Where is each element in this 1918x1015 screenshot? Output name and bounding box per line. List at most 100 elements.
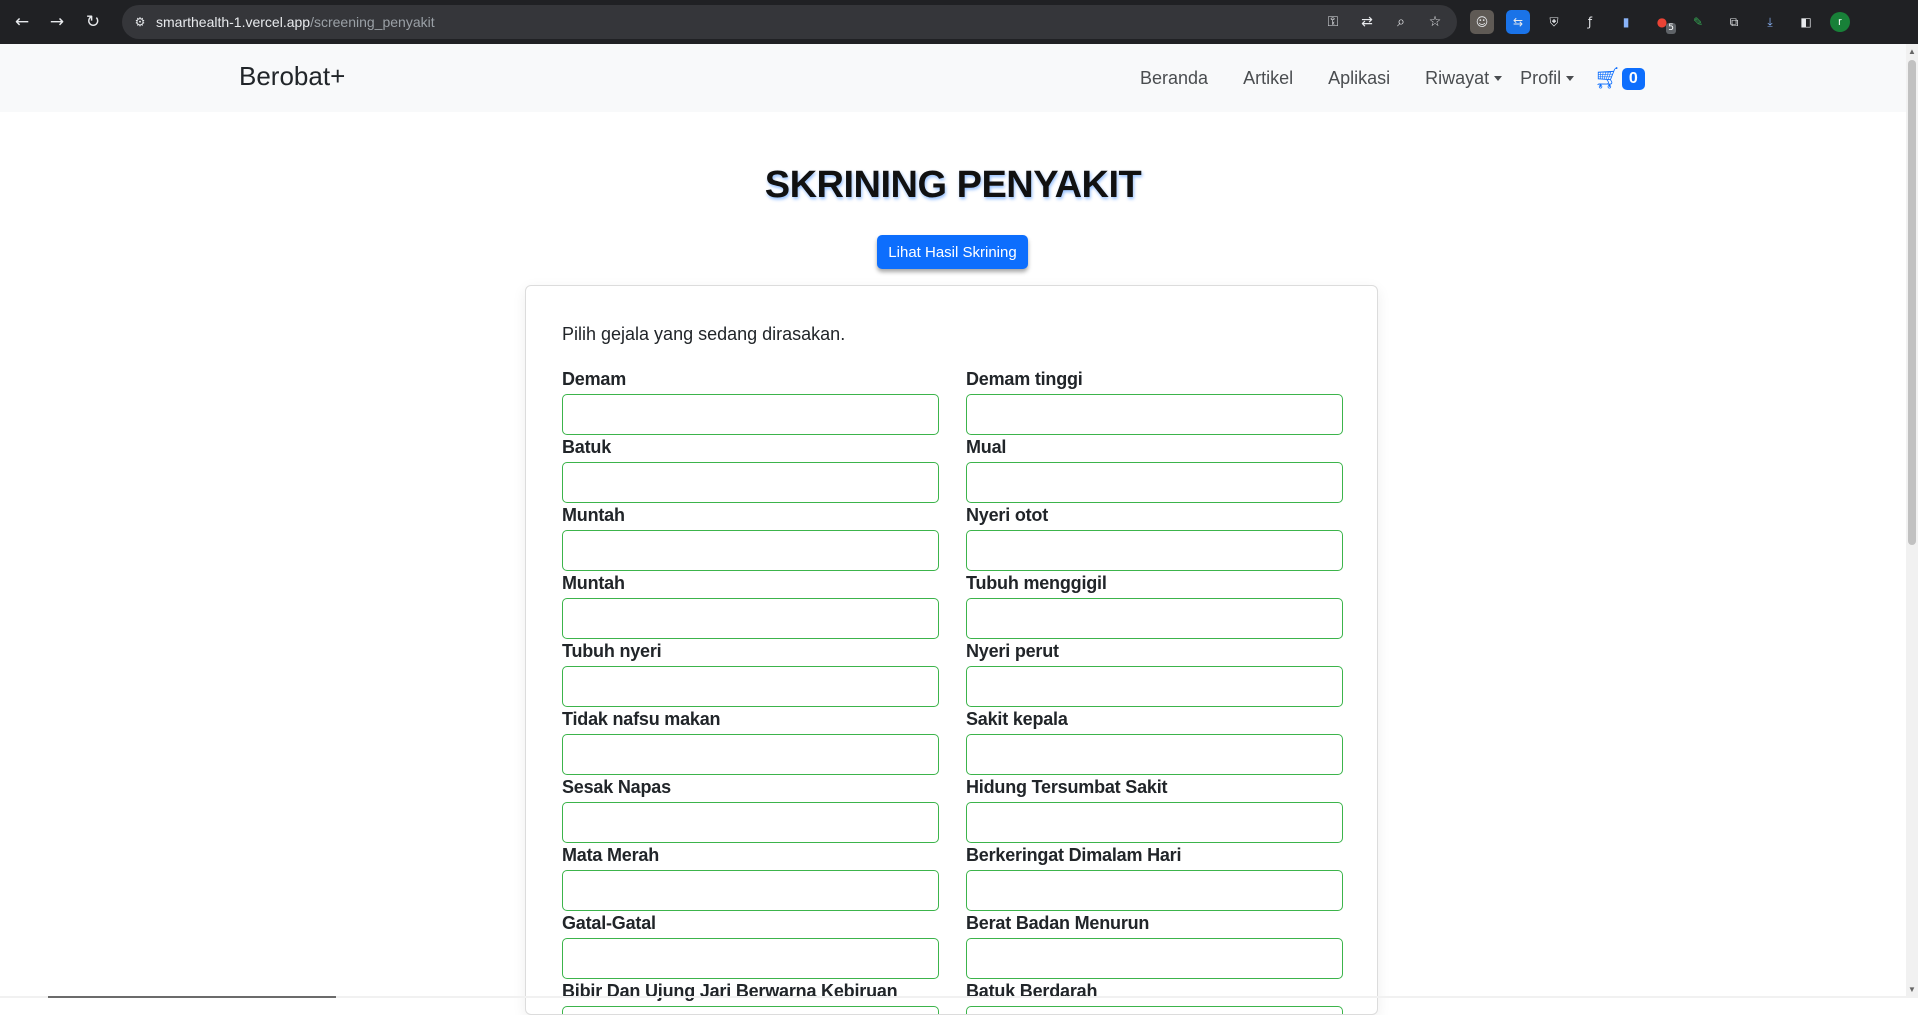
symptom-label: Berat Badan Menurun: [966, 913, 1150, 933]
site-settings-icon[interactable]: ⚙: [132, 14, 148, 30]
extension-badge-icon[interactable]: ● 5: [1650, 10, 1676, 34]
symptom-label: Mata Merah: [562, 845, 660, 865]
symptom-form-card: Pilih gejala yang sedang dirasakan. Dema…: [525, 285, 1378, 1015]
cart-icon: 🛒︎: [1594, 66, 1621, 90]
symptom-field: Tubuh nyeri: [562, 640, 939, 708]
nav-link-aplikasi[interactable]: Aplikasi: [1328, 68, 1390, 89]
symptom-input[interactable]: [562, 870, 939, 911]
scroll-down-arrow-icon[interactable]: ▼: [1906, 984, 1918, 996]
bookmark-star-icon[interactable]: ☆: [1425, 12, 1445, 32]
nav-dropdown-profil[interactable]: Profil: [1520, 68, 1574, 89]
view-results-button[interactable]: Lihat Hasil Skrining: [877, 235, 1028, 269]
symptom-label: Muntah: [562, 573, 625, 593]
symptom-label: Tubuh nyeri: [562, 641, 662, 661]
zoom-icon[interactable]: ⌕: [1391, 12, 1411, 32]
symptom-field: Demam tinggi: [966, 368, 1343, 436]
nav-link-artikel[interactable]: Artikel: [1243, 68, 1293, 89]
side-panel-icon[interactable]: ◧: [1794, 10, 1818, 34]
symptom-field: Demam: [562, 368, 939, 436]
symptom-input[interactable]: [562, 530, 939, 571]
symptom-field: Mual: [966, 436, 1343, 504]
cart-button[interactable]: 🛒︎ 0: [1594, 66, 1645, 91]
symptom-input[interactable]: [966, 1006, 1343, 1014]
symptom-label: Sakit kepala: [966, 709, 1068, 729]
page-title: SKRINING PENYAKIT: [764, 164, 1142, 206]
profile-avatar[interactable]: r: [1830, 12, 1850, 32]
symptom-input[interactable]: [966, 394, 1343, 435]
symptom-label: Nyeri perut: [966, 641, 1059, 661]
url-text[interactable]: smarthealth-1.vercel.app/screening_penya…: [156, 14, 435, 30]
cart-count-badge: 0: [1621, 67, 1645, 90]
back-icon[interactable]: ←: [8, 8, 36, 36]
symptom-field: Sesak Napas: [562, 776, 939, 844]
symptom-label: Nyeri otot: [966, 505, 1049, 525]
brand-logo[interactable]: Berobat+: [239, 61, 345, 92]
symptom-input[interactable]: [562, 1006, 939, 1014]
symptom-label: Demam: [562, 369, 627, 389]
symptom-label: Gatal-Gatal: [562, 913, 656, 933]
symptom-label: Tidak nafsu makan: [562, 709, 721, 729]
extension-translate-icon[interactable]: ⇆: [1506, 10, 1530, 34]
symptom-input[interactable]: [966, 734, 1343, 775]
translate-icon[interactable]: ⇄: [1357, 12, 1377, 32]
symptom-input[interactable]: [562, 734, 939, 775]
symptom-label: Bibir Dan Ujung Jari Berwarna Kebiruan: [562, 981, 898, 1001]
symptom-label: Demam tinggi: [966, 369, 1083, 389]
symptom-field: Batuk: [562, 436, 939, 504]
symptom-input[interactable]: [966, 598, 1343, 639]
symptom-input[interactable]: [966, 462, 1343, 503]
forward-icon[interactable]: →: [43, 8, 71, 36]
symptom-input[interactable]: [966, 938, 1343, 979]
symptom-field: Muntah: [562, 504, 939, 572]
site-navbar: Berobat+ Beranda Artikel Aplikasi Riwaya…: [0, 44, 1906, 112]
extension-shield-icon[interactable]: ⛨: [1542, 10, 1566, 34]
symptom-label: Hidung Tersumbat Sakit: [966, 777, 1168, 797]
nav-links: Beranda Artikel Aplikasi Riwayat Profil …: [1140, 66, 1645, 91]
symptom-field: Berkeringat Dimalam Hari: [966, 844, 1343, 912]
symptom-label: Batuk: [562, 437, 612, 457]
symptom-input[interactable]: [562, 802, 939, 843]
download-icon[interactable]: ⤓: [1758, 10, 1782, 34]
symptom-field: Nyeri otot: [966, 504, 1343, 572]
extensions-puzzle-icon[interactable]: ⧉: [1722, 10, 1746, 34]
extension-face-icon[interactable]: ☺: [1470, 10, 1494, 34]
nav-link-beranda[interactable]: Beranda: [1140, 68, 1208, 89]
symptom-input[interactable]: [966, 870, 1343, 911]
symptom-input[interactable]: [562, 394, 939, 435]
symptom-field: Tubuh menggigil: [966, 572, 1343, 640]
address-bar[interactable]: ⚙ smarthealth-1.vercel.app/screening_pen…: [122, 5, 1457, 39]
symptom-input[interactable]: [562, 666, 939, 707]
url-domain: smarthealth-1.vercel.app: [156, 14, 311, 30]
symptom-input[interactable]: [562, 938, 939, 979]
extension-leaf-icon[interactable]: ✎: [1686, 10, 1710, 34]
reload-icon[interactable]: ↻: [79, 8, 107, 36]
symptom-field: Berat Badan Menurun: [966, 912, 1343, 980]
symptom-field: Mata Merah: [562, 844, 939, 912]
symptom-input[interactable]: [562, 598, 939, 639]
symptom-label: Berkeringat Dimalam Hari: [966, 845, 1182, 865]
symptom-field: Tidak nafsu makan: [562, 708, 939, 776]
symptom-input[interactable]: [966, 802, 1343, 843]
url-path: /screening_penyakit: [310, 14, 435, 30]
nav-dropdown-riwayat[interactable]: Riwayat: [1425, 68, 1502, 89]
symptom-label: Mual: [966, 437, 1007, 457]
symptom-label: Tubuh menggigil: [966, 573, 1107, 593]
symptom-field: Muntah: [562, 572, 939, 640]
symptom-grid: Demam Demam tinggi Batuk Mual Muntah Nyeri ot…: [562, 368, 1343, 1014]
symptom-label: Muntah: [562, 505, 625, 525]
scroll-up-arrow-icon[interactable]: ▲: [1906, 46, 1918, 58]
symptom-label: Sesak Napas: [562, 777, 671, 797]
symptom-input[interactable]: [966, 666, 1343, 707]
symptom-field: Hidung Tersumbat Sakit: [966, 776, 1343, 844]
extension-badge-count: 5: [1666, 23, 1676, 34]
symptom-field: Sakit kepala: [966, 708, 1343, 776]
symptom-field: Gatal-Gatal: [562, 912, 939, 980]
password-key-icon[interactable]: ⚿: [1323, 12, 1343, 32]
symptom-input[interactable]: [562, 462, 939, 503]
extension-formula-icon[interactable]: ƒ: [1578, 10, 1602, 34]
vertical-scroll-thumb[interactable]: [1908, 60, 1916, 545]
symptom-input[interactable]: [966, 530, 1343, 571]
form-intro-text: Pilih gejala yang sedang dirasakan.: [562, 324, 846, 344]
symptom-label: Batuk Berdarah: [966, 981, 1098, 1001]
extension-doc-icon[interactable]: ▮: [1614, 10, 1638, 34]
